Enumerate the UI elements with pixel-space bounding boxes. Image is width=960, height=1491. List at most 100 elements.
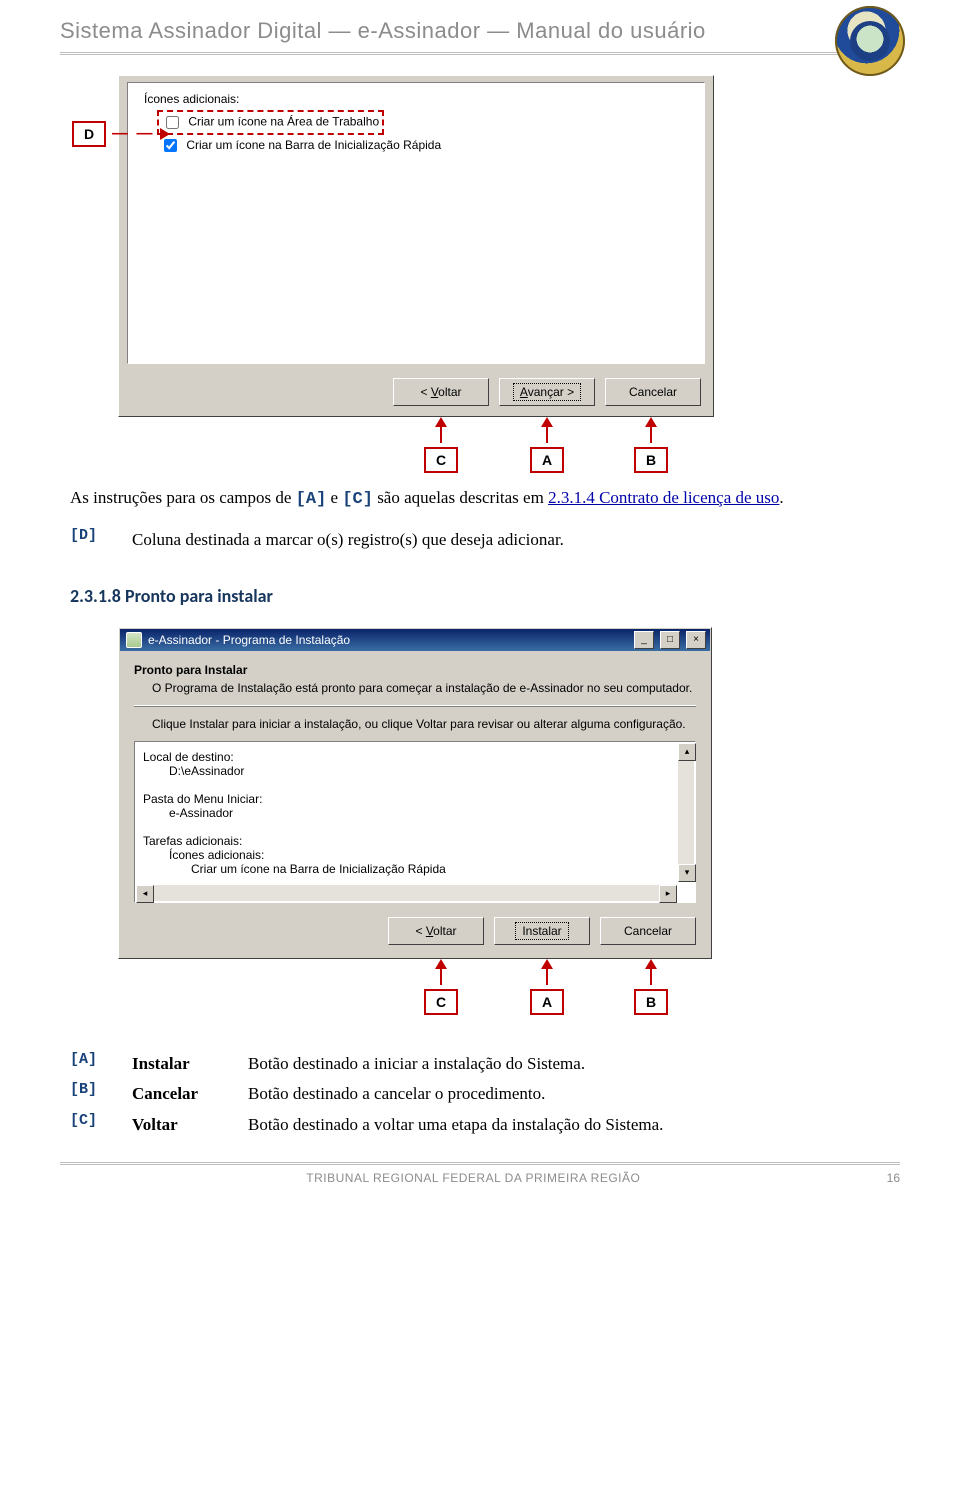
legend-c-term: Voltar	[132, 1112, 232, 1138]
contract-link[interactable]: 2.3.1.4 Contrato de licença de uso	[548, 488, 779, 507]
dest-value: D:\eAssinador	[169, 764, 687, 778]
install-button[interactable]: Instalar	[494, 917, 590, 945]
cancel-button-label: Cancelar	[629, 385, 677, 399]
maximize-button[interactable]: □	[660, 631, 680, 649]
summary-box: Local de destino: D:\eAssinador Pasta do…	[134, 741, 696, 903]
legend-c-mark: [C]	[70, 1112, 116, 1129]
callout-a: A	[530, 417, 564, 473]
arrow-up-icon	[541, 959, 553, 969]
legend-a-term: Instalar	[132, 1051, 232, 1077]
page-header: Sistema Assinador Digital — e-Assinador …	[0, 0, 960, 50]
step-hint: Clique Instalar para iniciar a instalaçã…	[152, 717, 696, 731]
back-button[interactable]: < Voltar	[393, 378, 489, 406]
scrollbar-horizontal[interactable]: ◂ ▸	[136, 885, 677, 901]
window-body: Pronto para Instalar O Programa de Insta…	[120, 651, 710, 957]
figure1: D — — Ícones adicionais: Criar um ícone …	[118, 75, 848, 485]
tag-box-b-2: B	[634, 989, 668, 1015]
callout-c: C	[424, 417, 458, 473]
tasks-sub2: Criar um ícone na Barra de Inicialização…	[191, 862, 687, 876]
page-footer: TRIBUNAL REGIONAL FEDERAL DA PRIMEIRA RE…	[0, 1171, 960, 1205]
window-title: e-Assinador - Programa de Instalação	[148, 633, 350, 647]
dash-icon: — —	[112, 125, 154, 143]
dest-label: Local de destino:	[143, 750, 687, 764]
callout-a-2: A	[530, 959, 564, 1015]
footer-page: 16	[887, 1171, 900, 1185]
tag-box-d: D	[72, 121, 106, 147]
callout-b-2: B	[634, 959, 668, 1015]
titlebar: e-Assinador - Programa de Instalação _ □…	[120, 629, 710, 651]
figure1-callouts: C A B	[118, 417, 848, 485]
button-row-2: < Voltar Instalar Cancelar	[388, 917, 696, 945]
legend-row-a: [A] Instalar Botão destinado a iniciar a…	[70, 1051, 890, 1077]
arrow-up-icon	[435, 417, 447, 427]
row-d: [D] Coluna destinada a marcar o(s) regis…	[70, 527, 890, 553]
install-button-label: Instalar	[515, 922, 568, 940]
menu-value: e-Assinador	[169, 806, 687, 820]
checkbox-desktop-icon-label: Criar um ícone na Área de Trabalho	[188, 115, 379, 129]
section-heading: 2.3.1.8 Pronto para instalar	[70, 584, 890, 609]
footer-rule	[60, 1162, 900, 1165]
arrow-up-icon	[645, 959, 657, 969]
back-button-2-label: < Voltar	[415, 924, 456, 938]
cancel-button[interactable]: Cancelar	[605, 378, 701, 406]
desc-d: Coluna destinada a marcar o(s) registro(…	[132, 527, 890, 553]
arrow-up-icon	[541, 417, 553, 427]
header-rule	[60, 52, 900, 55]
intro-paragraph: As instruções para os campos de [A] e [C…	[70, 485, 890, 513]
legend-b-term: Cancelar	[132, 1081, 232, 1107]
close-button[interactable]: ×	[686, 631, 706, 649]
cancel-button-2-label: Cancelar	[624, 924, 672, 938]
installer-inner: Ícones adicionais: Criar um ícone na Áre…	[127, 82, 705, 364]
legend-row-c: [C] Voltar Botão destinado a voltar uma …	[70, 1112, 890, 1138]
callout-c-2: C	[424, 959, 458, 1015]
tasks-label: Tarefas adicionais:	[143, 834, 687, 848]
legend: [A] Instalar Botão destinado a iniciar a…	[0, 1033, 960, 1138]
legend-a-mark: [A]	[70, 1051, 116, 1068]
legend-c-desc: Botão destinado a voltar uma etapa da in…	[248, 1112, 890, 1138]
icons-group-label: Ícones adicionais:	[144, 91, 694, 107]
figure2-callouts: C A B	[118, 959, 712, 1033]
back-button-label: < Voltar	[420, 385, 461, 399]
checkbox-desktop-icon-row[interactable]: Criar um ícone na Área de Trabalho	[160, 113, 381, 132]
scroll-down-icon[interactable]: ▾	[678, 864, 696, 882]
tag-a-inline: [A]	[296, 490, 327, 509]
button-row: < Voltar Avançar > Cancelar	[393, 378, 701, 406]
next-button[interactable]: Avançar >	[499, 378, 595, 406]
tag-box-c-2: C	[424, 989, 458, 1015]
installer-panel-1: Ícones adicionais: Criar um ícone na Áre…	[118, 75, 714, 417]
checkbox-quicklaunch-row[interactable]: Criar um ícone na Barra de Inicialização…	[160, 138, 441, 152]
divider	[134, 705, 696, 707]
minimize-button[interactable]: _	[634, 631, 654, 649]
callout-b: B	[634, 417, 668, 473]
header-title: Sistema Assinador Digital — e-Assinador …	[60, 18, 706, 44]
tag-box-a: A	[530, 447, 564, 473]
tag-c-inline: [C]	[342, 490, 373, 509]
callout-d: D — —	[72, 121, 170, 147]
back-button-2[interactable]: < Voltar	[388, 917, 484, 945]
cancel-button-2[interactable]: Cancelar	[600, 917, 696, 945]
checkbox-quicklaunch-label: Criar um ícone na Barra de Inicialização…	[186, 138, 441, 152]
legend-b-mark: [B]	[70, 1081, 116, 1098]
footer-org: TRIBUNAL REGIONAL FEDERAL DA PRIMEIRA RE…	[306, 1171, 640, 1185]
arrow-up-icon	[645, 417, 657, 427]
legend-b-desc: Botão destinado a cancelar o procediment…	[248, 1081, 890, 1107]
step-subtitle: O Programa de Instalação está pronto par…	[152, 681, 696, 695]
legend-a-desc: Botão destinado a iniciar a instalação d…	[248, 1051, 890, 1077]
seal-logo	[835, 6, 905, 76]
menu-label: Pasta do Menu Iniciar:	[143, 792, 687, 806]
scroll-left-icon[interactable]: ◂	[136, 885, 154, 903]
body-text: As instruções para os campos de [A] e [C…	[0, 485, 960, 609]
tag-box-b: B	[634, 447, 668, 473]
app-icon	[126, 632, 142, 648]
legend-row-b: [B] Cancelar Botão destinado a cancelar …	[70, 1081, 890, 1107]
tasks-sub1: Ícones adicionais:	[169, 848, 687, 862]
tag-box-c: C	[424, 447, 458, 473]
mark-d: [D]	[70, 527, 116, 544]
scroll-right-icon[interactable]: ▸	[659, 885, 677, 903]
scrollbar-vertical[interactable]: ▴ ▾	[678, 743, 694, 882]
scroll-up-icon[interactable]: ▴	[678, 743, 696, 761]
installer-window: e-Assinador - Programa de Instalação _ □…	[118, 627, 712, 959]
arrow-up-icon	[435, 959, 447, 969]
step-title: Pronto para Instalar	[134, 663, 696, 677]
figure2: e-Assinador - Programa de Instalação _ □…	[118, 627, 712, 959]
